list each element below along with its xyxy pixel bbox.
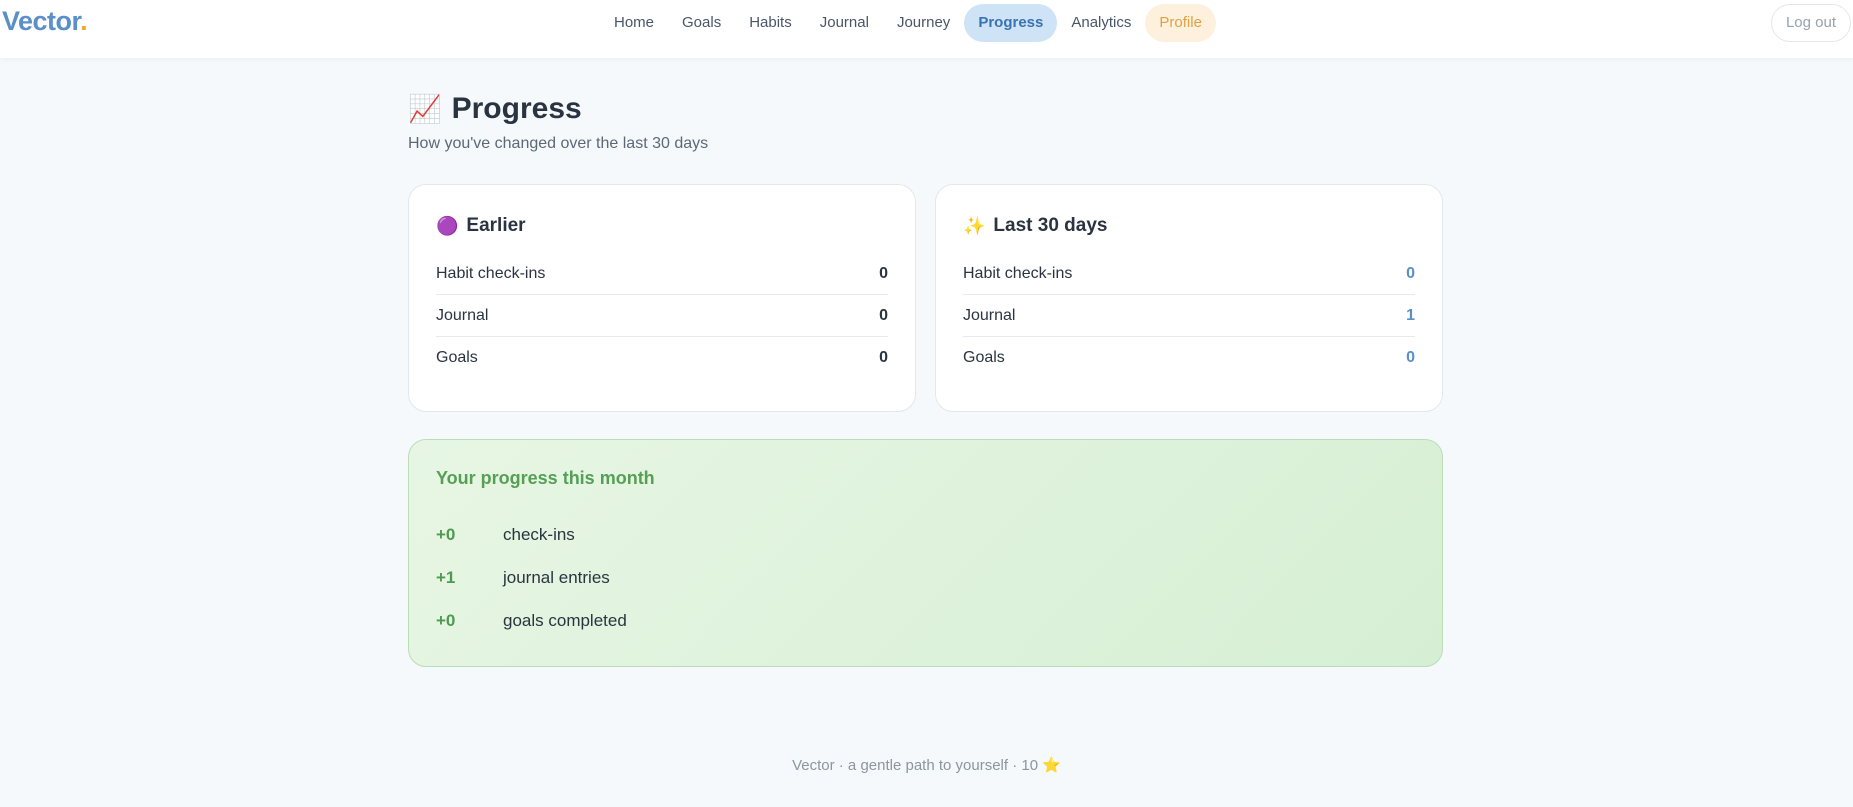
nav-progress[interactable]: Progress [964, 4, 1058, 42]
earlier-card-title-text: Earlier [466, 215, 526, 236]
stat-value: 0 [1406, 264, 1415, 282]
page-footer: Vector · a gentle path to yourself · 10 … [792, 757, 1061, 774]
sparkles-icon: ✨ [963, 215, 986, 236]
monthly-progress-row: +0 check-ins [436, 513, 1415, 556]
nav-journey[interactable]: Journey [883, 4, 964, 42]
monthly-progress-row: +0 goals completed [436, 599, 1415, 642]
logo-text: Vector [2, 6, 81, 36]
progress-delta: +1 [436, 567, 456, 587]
nav-profile[interactable]: Profile [1145, 4, 1216, 42]
stat-row: Habit check-ins 0 [436, 253, 888, 295]
last-30-days-card-title-text: Last 30 days [993, 215, 1108, 236]
stat-row: Habit check-ins 0 [963, 253, 1415, 295]
progress-label: check-ins [503, 524, 575, 544]
stat-label: Habit check-ins [436, 264, 546, 282]
nav-home[interactable]: Home [600, 4, 668, 42]
nav-journal[interactable]: Journal [806, 4, 883, 42]
app-logo[interactable]: Vector. [2, 6, 88, 37]
stat-row: Journal 1 [963, 295, 1415, 337]
stat-row: Journal 0 [436, 295, 888, 337]
nav-habits[interactable]: Habits [735, 4, 806, 42]
progress-delta: +0 [436, 610, 456, 630]
monthly-progress-panel: Your progress this month +0 check-ins +1… [408, 439, 1443, 667]
stat-value: 0 [1406, 349, 1415, 366]
logout-button[interactable]: Log out [1770, 4, 1851, 42]
last-30-days-card: ✨ Last 30 days Habit check-ins 0 Journal… [935, 184, 1443, 412]
progress-label: goals completed [503, 610, 627, 630]
top-bar: Vector. Home Goals Habits Journal Journe… [0, 0, 1853, 58]
stat-value: 0 [879, 306, 888, 324]
stat-label: Journal [436, 306, 489, 324]
stat-value: 1 [1406, 306, 1415, 324]
monthly-progress-title: Your progress this month [436, 468, 655, 488]
monthly-progress-row: +1 journal entries [436, 556, 1415, 599]
progress-label: journal entries [503, 567, 610, 587]
stat-row: Goals 0 [963, 337, 1415, 379]
page-subtitle: How you've changed over the last 30 days [408, 135, 709, 152]
stat-label: Journal [963, 306, 1016, 324]
stat-label: Goals [963, 349, 1005, 366]
stat-label: Habit check-ins [963, 264, 1073, 282]
stat-value: 0 [879, 349, 888, 366]
earlier-card: 🟣 Earlier Habit check-ins 0 Journal 0 Go… [408, 184, 916, 412]
stat-label: Goals [436, 349, 478, 366]
nav-analytics[interactable]: Analytics [1057, 4, 1145, 42]
last-30-days-card-title: ✨ Last 30 days [963, 211, 1415, 241]
nav-goals[interactable]: Goals [668, 4, 735, 42]
chart-increasing-icon: 📈 [408, 94, 442, 124]
purple-circle-icon: 🟣 [436, 215, 459, 236]
stat-row: Goals 0 [436, 337, 888, 379]
page-title: 📈 Progress [408, 92, 582, 126]
main-nav: Home Goals Habits Journal Journey Progre… [600, 4, 1216, 42]
page-title-text: Progress [451, 92, 582, 125]
progress-delta: +0 [436, 524, 456, 544]
logo-dot: . [80, 6, 88, 36]
earlier-card-title: 🟣 Earlier [436, 211, 888, 241]
stat-value: 0 [879, 264, 888, 282]
